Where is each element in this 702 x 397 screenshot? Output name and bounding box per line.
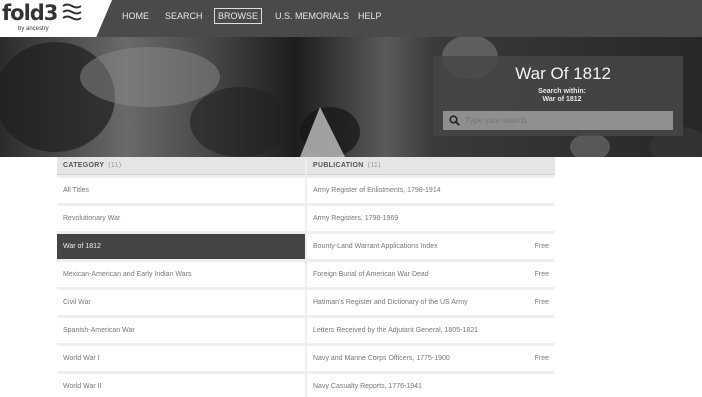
category-column: CATEGORY (11) All Titles Revolutionary Wa…: [57, 157, 305, 397]
publication-item[interactable]: Army Register of Enlistments, 1798-1914: [307, 178, 555, 203]
search-input[interactable]: [465, 116, 665, 125]
publication-title: Army Register of Enlistments, 1798-1914: [313, 187, 441, 194]
category-item[interactable]: Mexican-American and Early Indian Wars: [57, 262, 305, 287]
category-header: CATEGORY (11): [57, 157, 305, 175]
publication-title: Bounty-Land Warrant Applications Index: [313, 243, 438, 250]
free-badge: Free: [534, 355, 549, 362]
category-item[interactable]: All Titles: [57, 178, 305, 203]
category-item[interactable]: World War I: [57, 346, 305, 371]
publication-item[interactable]: Foreign Burial of American War Dead Free: [307, 262, 555, 287]
nav-home[interactable]: HOME: [122, 11, 149, 21]
search-icon[interactable]: [449, 115, 460, 126]
waves-icon: [62, 3, 82, 21]
free-badge: Free: [534, 299, 549, 306]
nav-browse[interactable]: BROWSE: [214, 8, 263, 24]
publication-column: PUBLICATION (11) Army Register of Enlistm…: [307, 157, 555, 397]
browse-lists: CATEGORY (11) All Titles Revolutionary Wa…: [57, 157, 555, 397]
free-badge: Free: [534, 271, 549, 278]
publication-title: Foreign Burial of American War Dead: [313, 271, 429, 278]
page-title: War Of 1812: [515, 64, 611, 83]
publication-item[interactable]: Army Registers, 1798-1969: [307, 206, 555, 231]
category-item[interactable]: Spanish-American War: [57, 318, 305, 343]
top-nav-bar: fold3 by ancestry HOME SEARCH BROWSE U.S…: [0, 0, 702, 37]
logo[interactable]: fold3 by ancestry: [0, 0, 112, 37]
logo-text: fold3: [2, 1, 58, 25]
category-item[interactable]: World War II: [57, 374, 305, 397]
category-item[interactable]: Revolutionary War: [57, 206, 305, 231]
publication-title: Navy Casualty Reports, 1776-1941: [313, 383, 422, 390]
publication-item[interactable]: Hatiman's Register and Dictionary of the…: [307, 290, 555, 315]
publication-title: Army Registers, 1798-1969: [313, 215, 399, 222]
search-within-panel: War Of 1812 Search within: War of 1812: [433, 56, 683, 136]
category-item-selected[interactable]: War of 1812: [57, 234, 305, 259]
search-within-label: Search within: War of 1812: [538, 88, 586, 103]
publication-item[interactable]: Bounty-Land Warrant Applications Index F…: [307, 234, 555, 259]
logo-subtitle: by ancestry: [18, 26, 49, 32]
publication-title: Hatiman's Register and Dictionary of the…: [313, 299, 468, 306]
publication-item[interactable]: Navy and Marine Corps Officers, 1775-190…: [307, 346, 555, 371]
publication-item[interactable]: Letters Received by the Adjutant General…: [307, 318, 555, 343]
nav-help[interactable]: HELP: [358, 11, 382, 21]
nav-us-memorials[interactable]: U.S. MEMORIALS: [275, 11, 349, 21]
free-badge: Free: [534, 243, 549, 250]
hero-banner: War Of 1812 Search within: War of 1812: [0, 37, 702, 157]
publication-title: Navy and Marine Corps Officers, 1775-190…: [313, 355, 450, 362]
publication-header: PUBLICATION (11): [307, 157, 555, 175]
category-item[interactable]: Civil War: [57, 290, 305, 315]
publication-title: Letters Received by the Adjutant General…: [313, 327, 478, 334]
nav-search[interactable]: SEARCH: [165, 11, 203, 21]
search-field[interactable]: [443, 111, 673, 130]
publication-item[interactable]: Navy Casualty Reports, 1776-1941: [307, 374, 555, 397]
